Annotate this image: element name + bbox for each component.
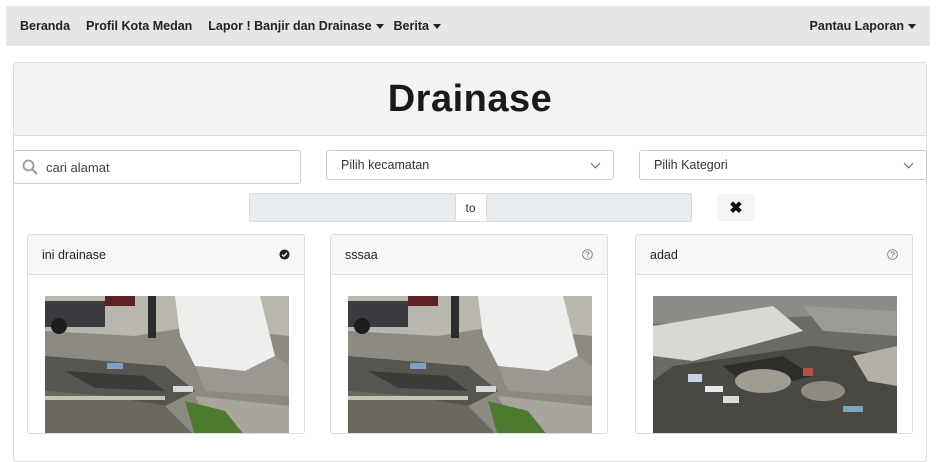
nav-lapor-label: Lapor ! Banjir dan Drainase: [208, 19, 372, 33]
kecamatan-select[interactable]: Pilih kecamatan: [326, 150, 614, 180]
caret-down-icon: [375, 23, 384, 29]
date-end-input[interactable]: [485, 193, 692, 222]
report-photo: [45, 296, 289, 433]
kategori-select[interactable]: Pilih Kategori: [639, 150, 927, 180]
report-photo: [653, 296, 897, 433]
report-card-header: ini drainase: [28, 235, 304, 275]
report-title: sssaa: [345, 247, 378, 262]
nav-pantau-label: Pantau Laporan: [809, 19, 904, 33]
question-circle-icon: [887, 249, 898, 260]
page-header: Drainase: [14, 63, 926, 136]
search-input[interactable]: [46, 159, 286, 175]
nav-berita-label: Berita: [393, 19, 429, 33]
close-icon: ✖: [729, 199, 743, 217]
chevron-down-icon: [590, 158, 601, 168]
kategori-select-value: Pilih Kategori: [654, 158, 728, 172]
report-card[interactable]: sssaa: [330, 234, 608, 434]
nav-beranda[interactable]: Beranda: [20, 19, 70, 33]
search-box[interactable]: [13, 150, 301, 184]
chevron-down-icon: [903, 158, 914, 168]
verified-check-icon: [279, 249, 290, 260]
question-circle-icon: [582, 249, 593, 260]
date-range-separator: to: [455, 193, 486, 222]
caret-down-icon: [432, 23, 441, 29]
search-icon: [22, 159, 38, 175]
report-photo: [348, 296, 592, 433]
nav-profil-kota-medan[interactable]: Profil Kota Medan: [86, 19, 192, 33]
nav-berita-dropdown[interactable]: Berita: [394, 19, 441, 33]
caret-down-icon: [908, 23, 916, 29]
page-title: Drainase: [387, 77, 553, 120]
report-card-header: sssaa: [331, 235, 607, 275]
nav-pantau-laporan-dropdown[interactable]: Pantau Laporan: [810, 19, 916, 33]
report-card-header: adad: [636, 235, 912, 275]
report-title: adad: [650, 247, 678, 262]
report-card[interactable]: ini drainase: [27, 234, 305, 434]
top-navbar: Beranda Profil Kota Medan Lapor ! Banjir…: [6, 6, 930, 46]
report-title: ini drainase: [42, 247, 106, 262]
clear-filter-button[interactable]: ✖: [717, 194, 755, 221]
date-range-picker: to: [249, 193, 692, 222]
date-start-input[interactable]: [249, 193, 456, 222]
kecamatan-select-value: Pilih kecamatan: [341, 158, 430, 172]
report-card[interactable]: adad: [635, 234, 913, 434]
nav-beranda-label: Beranda: [20, 19, 71, 33]
nav-profil-label: Profil Kota Medan: [86, 19, 193, 33]
nav-lapor-dropdown[interactable]: Lapor ! Banjir dan Drainase: [208, 19, 384, 33]
